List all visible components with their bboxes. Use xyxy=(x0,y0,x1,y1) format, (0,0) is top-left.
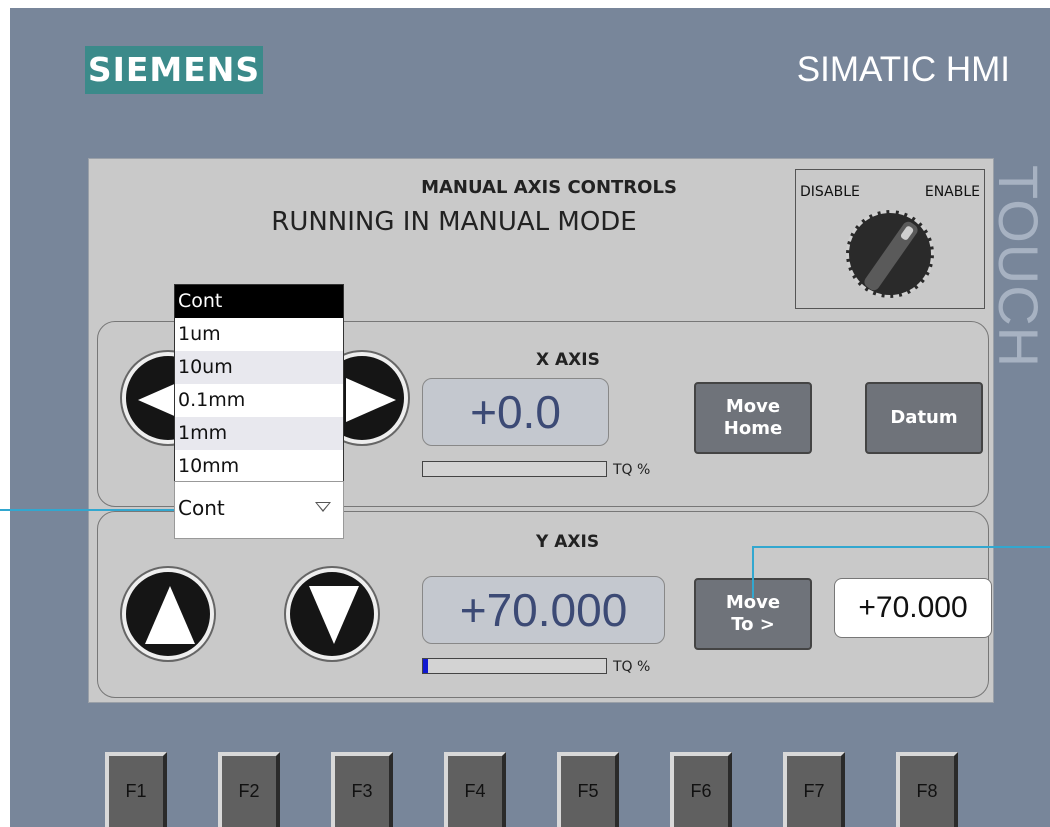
y-jog-down-button[interactable] xyxy=(286,568,378,660)
f4-key[interactable]: F4 xyxy=(444,752,506,827)
callout-line-right-vertical xyxy=(752,546,754,598)
siemens-logo: SIEMENS xyxy=(85,46,263,94)
y-torque-label: TQ % xyxy=(613,659,651,675)
step-option-10um[interactable]: 10um xyxy=(175,351,343,384)
callout-line-left xyxy=(0,509,180,511)
step-option-1um[interactable]: 1um xyxy=(175,318,343,351)
key-slot-icon xyxy=(862,219,920,293)
step-selected-value: Cont xyxy=(178,496,225,520)
frame-left-border xyxy=(0,0,10,827)
key-disable-label: DISABLE xyxy=(800,184,860,200)
touch-label: TOUCH xyxy=(987,165,1050,369)
y-jog-up-button[interactable] xyxy=(122,568,214,660)
datum-button[interactable]: Datum xyxy=(865,382,983,454)
simatic-hmi-label: SIMATIC HMI xyxy=(796,50,1010,89)
key-switch[interactable]: DISABLE ENABLE xyxy=(795,169,985,309)
f5-key[interactable]: F5 xyxy=(557,752,619,827)
frame-top-border xyxy=(0,0,1050,8)
move-home-button[interactable]: Move Home xyxy=(694,382,812,454)
x-axis-title: X AXIS xyxy=(536,350,600,370)
move-to-line2: To > xyxy=(731,614,775,635)
hmi-screen: MANUAL AXIS CONTROLS RUNNING IN MANUAL M… xyxy=(88,158,994,703)
panel-title: MANUAL AXIS CONTROLS xyxy=(421,177,677,198)
y-axis-title: Y AXIS xyxy=(536,532,600,552)
f7-key[interactable]: F7 xyxy=(783,752,845,827)
step-size-select[interactable]: Cont xyxy=(174,481,344,539)
step-option-1mm[interactable]: 1mm xyxy=(175,417,343,450)
x-torque-label: TQ % xyxy=(613,462,651,478)
datum-label: Datum xyxy=(890,407,958,428)
hmi-bezel: SIEMENS SIMATIC HMI TOUCH MANUAL AXIS CO… xyxy=(0,0,1050,827)
y-torque-bar xyxy=(422,658,607,674)
x-torque-bar xyxy=(422,461,607,477)
callout-line-right-horizontal xyxy=(752,546,1050,548)
y-position-display: +70.000 xyxy=(422,576,665,644)
move-to-target-input[interactable]: +70.000 xyxy=(834,578,992,638)
mode-status-text: RUNNING IN MANUAL MODE xyxy=(271,207,637,237)
step-option-10mm[interactable]: 10mm xyxy=(175,450,343,483)
key-dial-icon[interactable] xyxy=(846,210,934,298)
f2-key[interactable]: F2 xyxy=(218,752,280,827)
step-option-0-1mm[interactable]: 0.1mm xyxy=(175,384,343,417)
f3-key[interactable]: F3 xyxy=(331,752,393,827)
y-axis-panel: Y AXIS +70.000 TQ % Move To > +70.000 xyxy=(97,511,992,698)
step-dropdown-list[interactable]: Cont 1um 10um 0.1mm 1mm 10mm xyxy=(174,284,344,484)
move-home-line1: Move xyxy=(725,396,781,417)
x-position-display: +0.0 xyxy=(422,378,609,446)
move-home-line2: Home xyxy=(723,418,783,439)
y-torque-fill xyxy=(423,659,429,673)
step-option-cont[interactable]: Cont xyxy=(175,285,343,318)
f8-key[interactable]: F8 xyxy=(896,752,958,827)
key-enable-label: ENABLE xyxy=(924,184,980,200)
f6-key[interactable]: F6 xyxy=(670,752,732,827)
chevron-down-icon[interactable] xyxy=(315,502,331,512)
f1-key[interactable]: F1 xyxy=(105,752,167,827)
